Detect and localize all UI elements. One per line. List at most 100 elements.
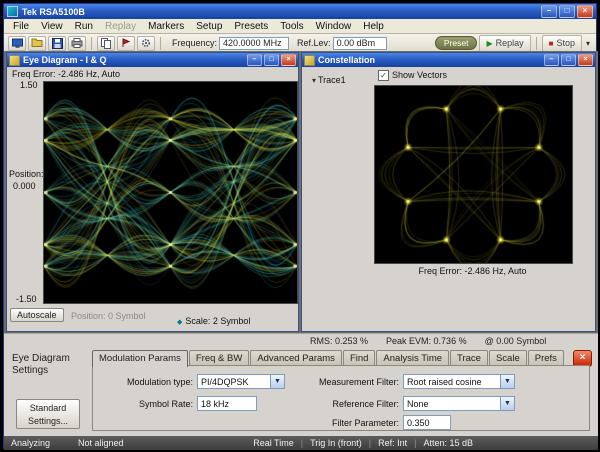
constellation-close-button[interactable]: × [578,54,593,66]
eye-diagram-canvas[interactable] [43,81,298,304]
tab-freq-bw[interactable]: Freq & BW [189,350,249,366]
stop-button[interactable]: ■Stop [542,35,582,52]
constellation-minimize-button[interactable]: – [544,54,559,66]
modulation-type-label: Modulation type: [101,377,193,387]
trace-selector[interactable]: ▾Trace1 [310,70,346,88]
status-atten: Atten: 15 dB [423,438,473,448]
maximize-button[interactable]: □ [559,5,575,18]
toolbar-separator [160,37,161,50]
modulation-params-panel: Modulation type: PI/4DQPSK▼ Measurement … [92,365,590,431]
menu-item-setup[interactable]: Setup [190,21,228,32]
eye-window-icon [9,55,20,66]
app-title: Tek RSA5100B [22,7,85,17]
print-icon[interactable] [68,36,86,51]
status-separator: | [301,438,303,448]
status-acq-mode: Real Time [253,438,294,448]
filter-parameter-input[interactable]: 0.350 [403,415,451,430]
menu-item-help[interactable]: Help [357,21,390,32]
tab-advanced-params[interactable]: Advanced Params [250,350,342,366]
eye-window-title: Eye Diagram - I & Q [23,55,107,65]
chevron-down-icon: ▾ [310,76,318,85]
constellation-freq-error-text: Freq Error: -2.486 Hz, Auto [374,266,571,276]
save-icon[interactable] [48,36,66,51]
frequency-label: Frequency: [172,38,217,48]
eye-maximize-button[interactable]: □ [264,54,279,66]
menu-item-replay[interactable]: Replay [99,21,142,32]
settings-tabs: Modulation Params Freq & BW Advanced Par… [92,349,565,366]
constellation-window: Constellation – □ × ▾Trace1 ✓ Show Vecto… [301,52,596,332]
status-alignment: Not aligned [78,438,124,448]
open-folder-icon[interactable] [28,36,46,51]
menu-item-run[interactable]: Run [69,21,99,32]
status-separator: | [369,438,371,448]
standard-settings-button[interactable]: Standard Settings... [16,399,80,429]
tab-analysis-time[interactable]: Analysis Time [376,350,449,366]
show-vectors-label: Show Vectors [392,70,447,80]
mdi-area: Eye Diagram - I & Q – □ × Freq Error: -2… [4,51,598,333]
app-titlebar[interactable]: Tek RSA5100B – □ × [4,4,596,19]
at-symbol-value: @ 0.00 Symbol [485,336,547,346]
menu-item-file[interactable]: File [7,21,35,32]
statusbar: Analyzing Not aligned Real Time | Trig I… [4,436,598,450]
settings-icon[interactable] [137,36,155,51]
app-icon [7,6,18,17]
display-icon[interactable] [8,36,26,51]
replay-button[interactable]: ▶Replay [479,35,530,52]
constellation-window-titlebar[interactable]: Constellation – □ × [302,53,595,67]
menu-item-window[interactable]: Window [310,21,358,32]
reflev-label: Ref.Lev: [297,38,331,48]
autoscale-button[interactable]: Autoscale [10,308,64,322]
modulation-type-select[interactable]: PI/4DQPSK▼ [197,374,285,389]
eye-minimize-button[interactable]: – [247,54,262,66]
tab-scale[interactable]: Scale [489,350,527,366]
eye-diagram-window: Eye Diagram - I & Q – □ × Freq Error: -2… [6,52,299,332]
menu-item-presets[interactable]: Presets [228,21,274,32]
settings-area: Eye Diagram Settings × Modulation Params… [4,347,598,436]
status-separator: | [414,438,416,448]
stop-icon: ■ [549,39,554,48]
tab-prefs[interactable]: Prefs [528,350,564,366]
eye-window-titlebar[interactable]: Eye Diagram - I & Q – □ × [7,53,298,67]
reflev-input[interactable]: 0.00 dBm [333,37,387,50]
app-window: Tek RSA5100B – □ × File View Run Replay … [3,3,597,449]
minimize-button[interactable]: – [541,5,557,18]
eye-position-value: 0.000 [13,181,36,191]
chevron-down-icon: ▼ [270,375,284,388]
eye-y-min-label: -1.50 [16,294,37,304]
tab-find[interactable]: Find [343,350,375,366]
menu-item-markers[interactable]: Markers [142,21,190,32]
eye-y-max-label: 1.50 [20,80,38,90]
eye-position-label: Position: [9,169,44,179]
play-icon: ▶ [486,39,492,48]
menu-item-view[interactable]: View [35,21,69,32]
status-ref: Ref: Int [378,438,407,448]
toolbar-separator [536,37,537,50]
frequency-input[interactable]: 420.0000 MHz [219,37,289,50]
peak-evm-value: Peak EVM: 0.736 % [386,336,467,346]
measurement-filter-label: Measurement Filter: [303,377,399,387]
constellation-window-icon [304,55,315,66]
marker-icon[interactable] [117,36,135,51]
symbol-rate-input[interactable]: 18 kHz [197,396,257,411]
position-status: Position: 0 Symbol [71,311,146,321]
chevron-down-icon[interactable]: ▾ [584,39,592,48]
scale-control[interactable]: ◆Scale: 2 Symbol [177,311,250,329]
preset-button[interactable]: Preset [435,36,478,50]
tab-modulation-params[interactable]: Modulation Params [92,350,188,367]
eye-close-button[interactable]: × [281,54,296,66]
constellation-window-title: Constellation [318,55,375,65]
rms-value: RMS: 0.253 % [310,336,368,346]
chevron-down-icon: ▼ [500,375,514,388]
tab-trace[interactable]: Trace [450,350,488,366]
results-strip: RMS: 0.253 % Peak EVM: 0.736 % @ 0.00 Sy… [4,333,598,347]
menu-item-tools[interactable]: Tools [274,21,309,32]
copy-icon[interactable] [97,36,115,51]
measurement-filter-select[interactable]: Root raised cosine▼ [403,374,515,389]
symbol-rate-label: Symbol Rate: [101,399,193,409]
constellation-canvas[interactable] [374,85,573,264]
reference-filter-select[interactable]: None▼ [403,396,515,411]
reference-filter-label: Reference Filter: [303,399,399,409]
show-vectors-checkbox[interactable]: ✓ [378,70,389,81]
constellation-maximize-button[interactable]: □ [561,54,576,66]
close-button[interactable]: × [577,5,593,18]
